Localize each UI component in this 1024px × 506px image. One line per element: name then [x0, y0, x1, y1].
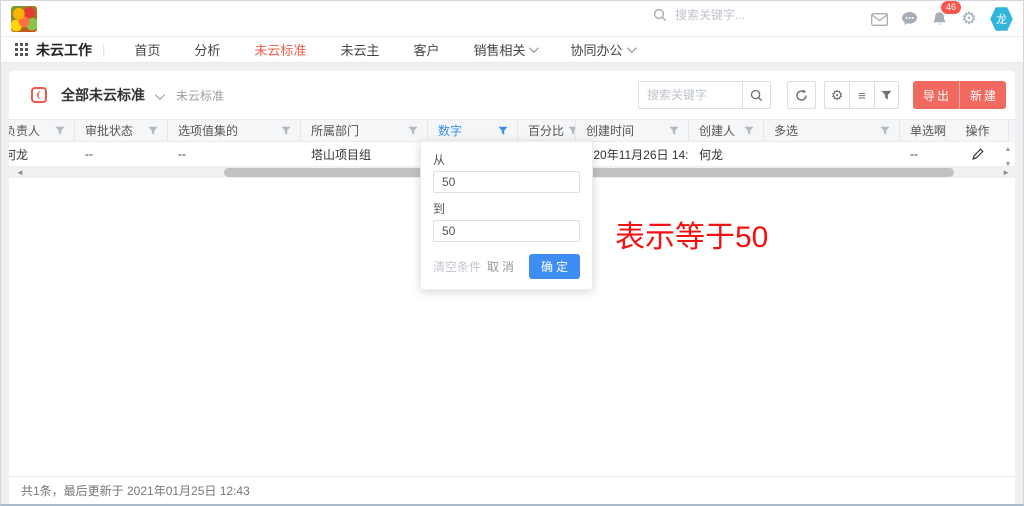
edit-pencil-icon[interactable] — [972, 148, 984, 160]
filter-funnel-icon[interactable] — [669, 126, 679, 136]
to-input[interactable] — [433, 220, 580, 242]
column-header-singleselect[interactable]: 单选啊 — [900, 120, 946, 141]
column-header-approval-status[interactable]: 审批状态 — [75, 120, 168, 141]
column-header-owner[interactable]: 负责人 — [9, 120, 75, 141]
nav-item-sales[interactable]: 销售相关 — [473, 40, 536, 59]
list-search — [638, 81, 771, 109]
nav-divider: | — [102, 42, 105, 57]
confirm-button[interactable]: 确定 — [529, 254, 580, 279]
cell-approval-status: -- — [75, 142, 168, 166]
column-header-multiselect[interactable]: 多选 — [764, 120, 900, 141]
object-icon: ❨ — [31, 87, 47, 103]
avatar[interactable]: 龙 — [990, 7, 1013, 32]
column-header-option-set[interactable]: 选项值集的 — [168, 120, 301, 141]
filter-funnel-icon[interactable] — [55, 126, 65, 136]
export-button[interactable]: 导出 — [913, 81, 959, 109]
cell-actions — [946, 142, 1009, 166]
column-header-actions: 操作 — [946, 120, 1009, 141]
list-toolbar: ❨ 全部未云标准 未云标准 ⚙ ≡ — [9, 71, 1015, 119]
cell-singleselect: -- — [900, 142, 946, 166]
scroll-left-arrow-icon[interactable]: ◄ — [16, 167, 24, 178]
filter-funnel-icon[interactable] — [281, 126, 291, 136]
nav-bar: 未云工作 | 首页 分析 未云标准 未云主 客户 销售相关 协同办公 — [1, 37, 1023, 63]
nav-item-customers[interactable]: 客户 — [413, 40, 439, 59]
notification-bell-icon[interactable]: 46 — [924, 11, 954, 27]
table-tools-group: ⚙ ≡ — [824, 81, 899, 109]
table-header: 负责人 审批状态 选项值集的 所属部门 数字 百分比 创建时间 创建人 多选 单… — [9, 119, 1015, 142]
popup-footer: 清空条件 取消 确定 — [433, 254, 580, 279]
app-grid-icon[interactable] — [15, 43, 28, 56]
cell-owner: 何龙 — [9, 142, 75, 166]
filter-funnel-icon[interactable] — [148, 126, 158, 136]
refresh-button[interactable] — [787, 81, 816, 109]
nav-item-collaboration[interactable]: 协同办公 — [570, 40, 633, 59]
cancel-button[interactable]: 取消 — [487, 258, 517, 275]
chat-icon[interactable] — [894, 11, 924, 27]
primary-actions: 导出 新建 — [913, 81, 1006, 109]
cell-option-set: -- — [168, 142, 301, 166]
view-title: 全部未云标准 — [61, 85, 145, 105]
filter-funnel-icon[interactable] — [568, 126, 576, 136]
nav-item-weiyun-main[interactable]: 未云主 — [340, 40, 379, 59]
scroll-up-arrow-icon[interactable]: ▲ — [1003, 146, 1013, 153]
cell-multiselect — [764, 142, 900, 166]
cell-creator: 何龙 — [689, 142, 764, 166]
toolbar-actions: ⚙ ≡ 导出 新建 — [638, 81, 1006, 109]
clear-conditions-link[interactable]: 清空条件 — [433, 258, 481, 275]
number-filter-popup: 从 到 清空条件 取消 确定 — [420, 141, 593, 290]
column-header-percent[interactable]: 百分比 — [518, 120, 576, 141]
chevron-down-icon — [529, 43, 539, 53]
create-button[interactable]: 新建 — [959, 81, 1006, 109]
nav-item-analysis[interactable]: 分析 — [194, 40, 220, 59]
global-search-input[interactable] — [675, 8, 795, 22]
to-label: 到 — [433, 200, 580, 217]
filter-funnel-icon-active[interactable] — [498, 126, 508, 136]
list-search-input[interactable] — [638, 81, 742, 109]
vertical-scrollbar[interactable]: ▲ ▼ — [1003, 146, 1013, 168]
company-logo[interactable] — [11, 6, 37, 32]
view-selector-chevron-icon[interactable] — [155, 87, 162, 105]
filter-funnel-icon[interactable] — [880, 126, 890, 136]
filter-funnel-icon[interactable] — [408, 126, 418, 136]
filter-funnel-icon[interactable] — [744, 126, 754, 136]
cell-department: 塔山项目组 — [301, 142, 428, 166]
app-title: 未云工作 — [36, 40, 92, 60]
top-icon-group: 46 ⚙ 龙 — [864, 1, 1023, 37]
from-input[interactable] — [433, 171, 580, 193]
view-subtitle: 未云标准 — [176, 87, 224, 104]
nav-item-weiyun-standard[interactable]: 未云标准 — [254, 40, 306, 59]
column-settings-gear-icon[interactable]: ⚙ — [824, 81, 849, 109]
annotation-text: 表示等于50 — [615, 212, 768, 256]
column-header-created-time[interactable]: 创建时间 — [576, 120, 689, 141]
column-header-creator[interactable]: 创建人 — [689, 120, 764, 141]
settings-gear-icon[interactable]: ⚙ — [954, 9, 984, 29]
filter-funnel-icon[interactable] — [874, 81, 899, 109]
chevron-down-icon — [626, 43, 636, 53]
app-window: 46 ⚙ 龙 未云工作 | 首页 分析 未云标准 未云主 客户 销售相关 协同办… — [0, 0, 1024, 506]
search-icon — [653, 8, 667, 22]
top-bar: 46 ⚙ 龙 — [1, 1, 1023, 37]
scroll-down-arrow-icon[interactable]: ▼ — [1003, 161, 1013, 168]
from-label: 从 — [433, 151, 580, 168]
mail-icon[interactable] — [864, 13, 894, 26]
list-search-button[interactable] — [742, 81, 771, 109]
list-footer: 共1条，最后更新于 2021年01月25日 12:43 — [9, 476, 1015, 504]
row-density-icon[interactable]: ≡ — [849, 81, 874, 109]
record-count-summary: 共1条，最后更新于 2021年01月25日 12:43 — [21, 482, 250, 499]
nav-item-home[interactable]: 首页 — [134, 40, 160, 59]
column-header-department[interactable]: 所属部门 — [301, 120, 428, 141]
global-search — [653, 8, 795, 22]
column-header-number[interactable]: 数字 — [428, 120, 518, 141]
scroll-right-arrow-icon[interactable]: ► — [1002, 167, 1010, 178]
